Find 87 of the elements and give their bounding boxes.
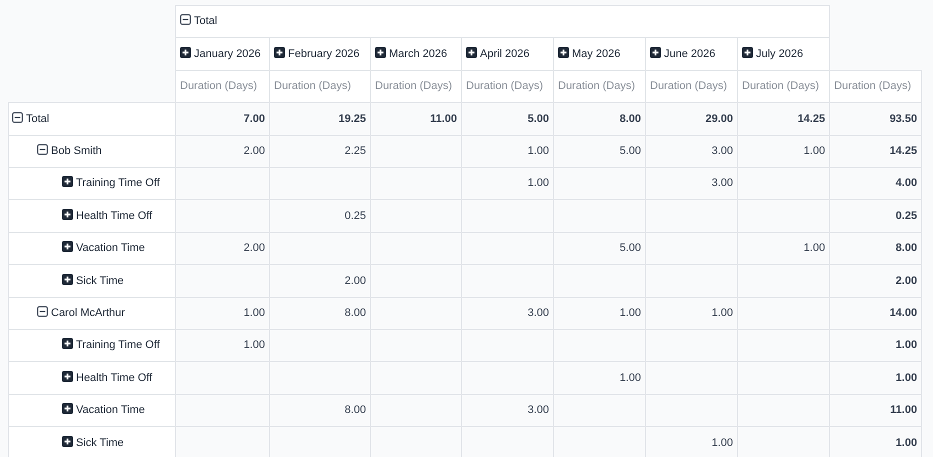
value-cell: 0.25 xyxy=(270,200,370,232)
column-header[interactable]: March 2026 xyxy=(370,38,462,70)
measure-header: Duration (Days) xyxy=(554,70,646,103)
value-cell: 3.00 xyxy=(462,297,554,330)
value-cell: 14.25 xyxy=(830,135,922,168)
collapse-icon[interactable] xyxy=(37,306,48,317)
value-cell: 1.00 xyxy=(554,362,646,394)
value-cell: 3.00 xyxy=(462,394,554,427)
column-header[interactable]: February 2026 xyxy=(270,38,370,70)
value-cell: 7.00 xyxy=(176,102,270,136)
value-cell: 1.00 xyxy=(830,426,922,457)
row-header[interactable]: Carol McArthur xyxy=(8,297,176,330)
column-header[interactable]: Total xyxy=(176,6,830,38)
expand-icon[interactable] xyxy=(742,46,753,58)
expand-icon[interactable] xyxy=(650,46,661,58)
value-cell: 1.00 xyxy=(646,426,738,457)
column-header[interactable]: June 2026 xyxy=(646,38,738,70)
value-cell: 2.00 xyxy=(830,264,922,298)
column-header[interactable]: April 2026 xyxy=(462,38,554,70)
expand-icon[interactable] xyxy=(62,338,73,350)
collapse-icon[interactable] xyxy=(37,144,48,155)
value-cell: 2.00 xyxy=(270,264,370,298)
row-header[interactable]: Vacation Time xyxy=(8,394,176,427)
value-cell: 5.00 xyxy=(554,232,646,265)
row-header[interactable]: Bob Smith xyxy=(8,135,176,168)
expand-icon[interactable] xyxy=(274,46,285,58)
value-cell: 1.00 xyxy=(738,135,830,168)
value-cell: 2.00 xyxy=(176,232,270,265)
row-header[interactable]: Sick Time xyxy=(8,264,176,298)
expand-icon[interactable] xyxy=(180,46,191,58)
row-header[interactable]: Training Time Off xyxy=(8,167,176,200)
collapse-icon[interactable] xyxy=(12,112,23,123)
value-cell: 11.00 xyxy=(370,102,462,136)
value-cell: 8.00 xyxy=(270,394,370,427)
expand-icon[interactable] xyxy=(62,241,73,252)
value-cell: 1.00 xyxy=(738,232,830,265)
expand-icon[interactable] xyxy=(558,46,569,58)
value-cell: 0.25 xyxy=(830,200,922,232)
row-header[interactable]: Health Time Off xyxy=(8,200,176,232)
value-cell: 1.00 xyxy=(176,329,270,362)
measure-header: Duration (Days) xyxy=(270,70,370,103)
value-cell: 3.00 xyxy=(646,167,738,200)
measure-header: Duration (Days) xyxy=(830,70,922,103)
expand-icon[interactable] xyxy=(62,403,73,414)
expand-icon[interactable] xyxy=(466,46,477,58)
row-header[interactable]: Vacation Time xyxy=(8,232,176,265)
column-header[interactable]: January 2026 xyxy=(176,38,270,70)
value-cell: 8.00 xyxy=(270,297,370,330)
value-cell: 4.00 xyxy=(830,167,922,200)
value-cell: 1.00 xyxy=(462,167,554,200)
expand-icon[interactable] xyxy=(62,370,73,382)
measure-header: Duration (Days) xyxy=(738,70,830,103)
measure-header: Duration (Days) xyxy=(370,70,462,103)
measure-header: Duration (Days) xyxy=(646,70,738,103)
collapse-icon[interactable] xyxy=(180,14,191,26)
row-header[interactable]: Sick Time xyxy=(8,426,176,457)
expand-icon[interactable] xyxy=(375,46,386,58)
row-header[interactable]: Training Time Off xyxy=(8,329,176,362)
measure-header: Duration (Days) xyxy=(462,70,554,103)
expand-icon[interactable] xyxy=(62,274,73,285)
value-cell: 19.25 xyxy=(270,102,370,136)
value-cell: 5.00 xyxy=(462,102,554,136)
value-cell: 1.00 xyxy=(830,362,922,394)
value-cell: 1.00 xyxy=(830,329,922,362)
row-header[interactable]: Total xyxy=(8,102,176,136)
value-cell: 14.00 xyxy=(830,297,922,330)
value-cell: 2.25 xyxy=(270,135,370,168)
value-cell: 5.00 xyxy=(554,135,646,168)
column-header[interactable]: May 2026 xyxy=(554,38,646,70)
value-cell: 14.25 xyxy=(738,102,830,136)
value-cell: 1.00 xyxy=(462,135,554,168)
value-cell: 93.50 xyxy=(830,102,922,136)
value-cell: 3.00 xyxy=(646,135,738,168)
column-header[interactable]: July 2026 xyxy=(738,38,830,70)
expand-icon[interactable] xyxy=(62,208,73,220)
value-cell: 29.00 xyxy=(646,102,738,136)
expand-icon[interactable] xyxy=(62,176,73,188)
value-cell: 8.00 xyxy=(554,102,646,136)
value-cell: 1.00 xyxy=(554,297,646,330)
expand-icon[interactable] xyxy=(62,436,73,447)
value-cell: 1.00 xyxy=(646,297,738,330)
value-cell: 2.00 xyxy=(176,135,270,168)
value-cell: 11.00 xyxy=(830,394,922,427)
measure-header: Duration (Days) xyxy=(176,70,270,103)
row-header[interactable]: Health Time Off xyxy=(8,362,176,394)
value-cell: 8.00 xyxy=(830,232,922,265)
value-cell: 1.00 xyxy=(176,297,270,330)
